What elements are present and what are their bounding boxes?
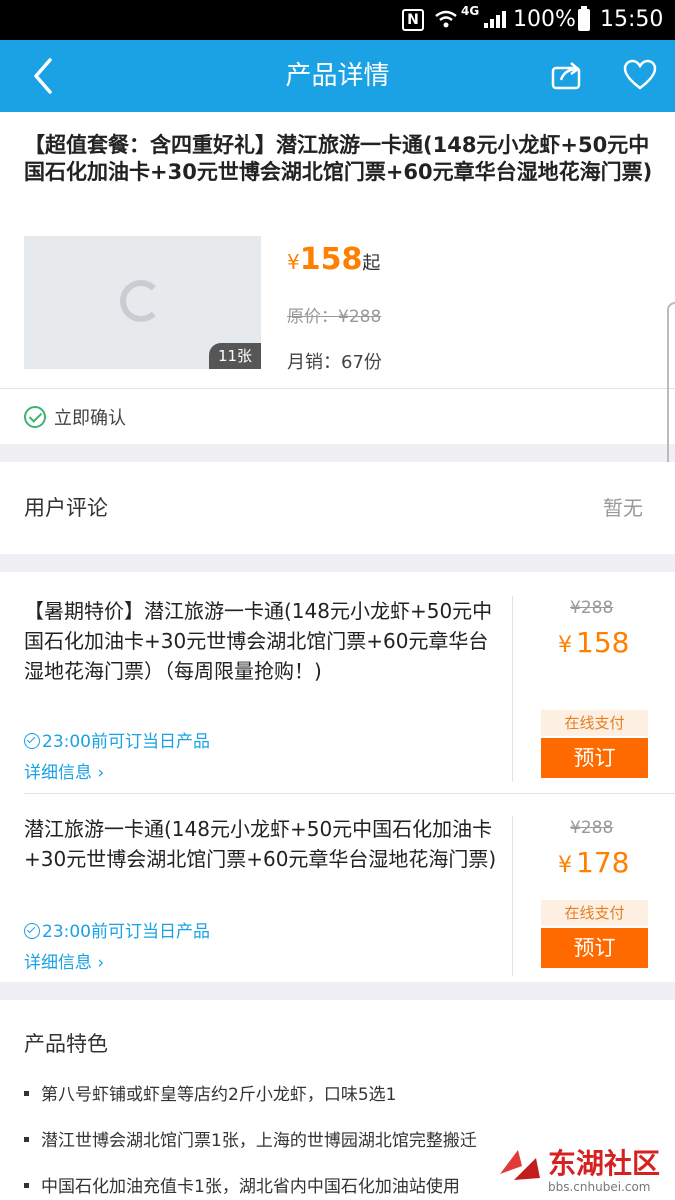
- package-list: 【暑期特价】潜江旅游一卡通(148元小龙虾+50元中国石化加油卡+30元世博会湖…: [0, 572, 675, 982]
- divider: [512, 816, 513, 976]
- chevron-right-icon: ›: [92, 953, 105, 973]
- feature-text: 第八号虾铺或虾皇等店约2斤小龙虾，口味5选1: [41, 1085, 397, 1105]
- product-image[interactable]: 11张: [24, 236, 261, 369]
- reviews-value: 暂无: [603, 496, 643, 520]
- feature-item: 潜江世博会湖北馆门票1张，上海的世博园湖北馆完整搬迁: [24, 1126, 477, 1151]
- package-price: ¥178: [558, 846, 629, 879]
- nfc-icon: N: [402, 9, 424, 31]
- online-payment-tag: 在线支付: [541, 900, 648, 926]
- features-title: 产品特色: [24, 1032, 108, 1056]
- package-title: 潜江旅游一卡通(148元小龙虾+50元中国石化加油卡+30元世博会湖北馆门票+6…: [24, 817, 497, 871]
- watermark-name: 东湖社区: [548, 1147, 661, 1180]
- bullet-icon: [24, 1137, 29, 1142]
- package-price-currency: ¥: [558, 633, 572, 658]
- package-price-currency: ¥: [558, 853, 572, 878]
- instant-confirm: 立即确认: [24, 404, 126, 434]
- product-price: ¥158起: [287, 242, 380, 277]
- product-title: 【超值套餐：含四重好礼】潜江旅游一卡通(148元小龙虾+50元中国石化加油卡+3…: [24, 133, 653, 184]
- confirm-label: 立即确认: [54, 408, 126, 429]
- monthly-sales: 月销：67份: [287, 352, 382, 373]
- watermark-logo-icon: [496, 1144, 544, 1186]
- heart-icon[interactable]: [622, 58, 658, 92]
- divider: [512, 596, 513, 782]
- check-circle-icon: [24, 733, 40, 749]
- price-value: 158: [299, 242, 363, 277]
- package-original-price: ¥288: [570, 598, 614, 618]
- check-circle-icon: [24, 406, 46, 428]
- reviews-label: 用户评论: [24, 496, 108, 520]
- original-price: 原价：¥288: [287, 307, 382, 327]
- price-currency: ¥: [287, 250, 300, 274]
- package-item: 潜江旅游一卡通(148元小龙虾+50元中国石化加油卡+30元世博会湖北馆门票+6…: [0, 794, 675, 994]
- package-item: 【暑期特价】潜江旅游一卡通(148元小龙虾+50元中国石化加油卡+30元世博会湖…: [0, 572, 675, 783]
- user-reviews-row[interactable]: 用户评论 暂无: [0, 462, 675, 554]
- check-circle-icon: [24, 923, 40, 939]
- details-link[interactable]: 详细信息 ›: [24, 758, 104, 783]
- bullet-icon: [24, 1183, 29, 1188]
- book-button[interactable]: 预订: [541, 738, 648, 778]
- watermark-url: bbs.cnhubei.com: [548, 1180, 651, 1194]
- booking-note-text: 23:00前可订当日产品: [42, 922, 210, 942]
- signal-icon: [484, 0, 506, 40]
- book-button[interactable]: 预订: [541, 928, 648, 968]
- price-suffix: 起: [362, 253, 381, 274]
- battery-percent: 100%: [513, 7, 576, 32]
- divider: [0, 388, 675, 389]
- bullet-icon: [24, 1091, 29, 1096]
- placeholder-logo-icon: [120, 280, 162, 322]
- booking-note: 23:00前可订当日产品: [24, 727, 210, 752]
- package-title: 【暑期特价】潜江旅游一卡通(148元小龙虾+50元中国石化加油卡+30元世博会湖…: [24, 599, 493, 683]
- status-bar: N 4G 100% 15:50: [0, 0, 675, 40]
- clock-time: 15:50: [600, 7, 664, 32]
- details-link[interactable]: 详细信息 ›: [24, 948, 104, 973]
- feature-item: 中国石化加油充值卡1张，湖北省内中国石化加油站使用: [24, 1172, 460, 1197]
- network-type: 4G: [461, 4, 480, 18]
- chevron-right-icon: ›: [92, 763, 105, 783]
- booking-note: 23:00前可订当日产品: [24, 917, 210, 942]
- back-arrow-icon[interactable]: [28, 52, 68, 100]
- nav-bar: 产品详情: [0, 40, 675, 112]
- package-price-value: 178: [576, 846, 630, 879]
- package-price-value: 158: [576, 626, 630, 659]
- product-summary: 【超值套餐：含四重好礼】潜江旅游一卡通(148元小龙虾+50元中国石化加油卡+3…: [0, 112, 675, 502]
- wifi-icon: [434, 0, 458, 40]
- feature-text: 中国石化加油充值卡1张，湖北省内中国石化加油站使用: [41, 1177, 460, 1197]
- battery-icon: [578, 6, 590, 31]
- booking-note-text: 23:00前可订当日产品: [42, 732, 210, 752]
- feature-item: 第八号虾铺或虾皇等店约2斤小龙虾，口味5选1: [24, 1080, 396, 1105]
- details-link-text: 详细信息: [24, 953, 92, 973]
- watermark: 东湖社区 bbs.cnhubei.com: [496, 1140, 671, 1198]
- details-link-text: 详细信息: [24, 763, 92, 783]
- online-payment-tag: 在线支付: [541, 710, 648, 736]
- feature-text: 潜江世博会湖北馆门票1张，上海的世博园湖北馆完整搬迁: [41, 1131, 477, 1151]
- package-price: ¥158: [558, 626, 629, 659]
- share-icon[interactable]: [550, 58, 584, 92]
- photo-count-badge: 11张: [209, 343, 261, 369]
- package-original-price: ¥288: [570, 818, 614, 838]
